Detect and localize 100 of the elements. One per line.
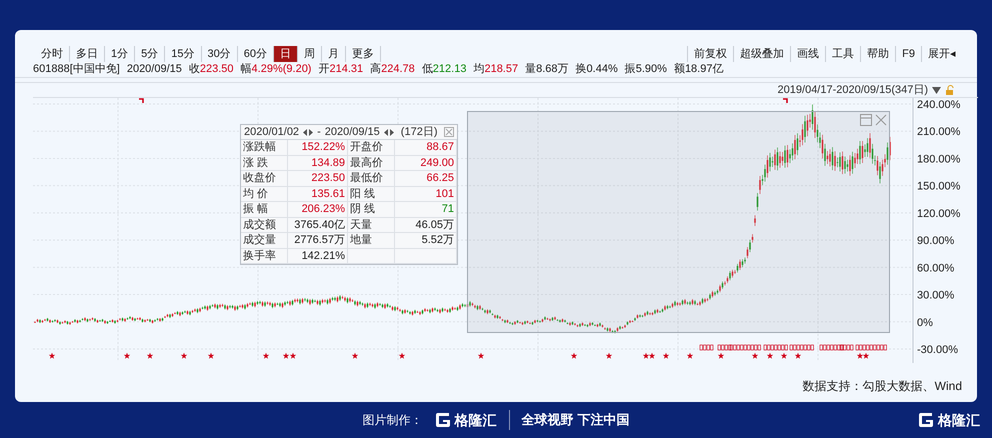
quote-label: 额 — [674, 62, 685, 78]
stat-label: 成交额 — [241, 218, 288, 233]
period-tab[interactable]: 日 — [274, 46, 298, 62]
brand-logo-text: 格隆汇 — [938, 410, 980, 430]
start-date: 2020/01/02 — [244, 124, 300, 140]
toolbar-button[interactable]: F9 — [895, 46, 921, 62]
stat-label: 阴 线 — [348, 202, 395, 218]
quote-value: 18.97亿 — [684, 62, 724, 78]
restore-icon[interactable] — [860, 114, 872, 126]
quote-value: 214.31 — [329, 62, 364, 78]
period-tab[interactable]: 1分 — [105, 46, 136, 62]
slogan: 全球视野 下注中国 — [522, 411, 630, 430]
axis-label: 60.00% — [917, 262, 954, 274]
stat-label: 开盘价 — [348, 140, 395, 156]
quote-value: 0.44% — [586, 62, 618, 78]
stat-label: 涨跌幅 — [241, 140, 288, 156]
stat-value: 66.25 — [395, 171, 457, 186]
stat-value: 206.23% — [288, 202, 348, 218]
period-tab[interactable]: 周 — [298, 46, 322, 62]
stat-label: 地量 — [348, 233, 395, 248]
selection-box[interactable] — [467, 111, 890, 333]
quote-value: 223.50 — [200, 62, 234, 78]
stat-value: 46.05万 — [395, 218, 457, 233]
stat-label: 换手率 — [241, 248, 288, 264]
quote-label: 开 — [318, 62, 330, 78]
period-tab[interactable]: 分时 — [35, 46, 70, 62]
axis-label: 30.00% — [917, 290, 954, 302]
axis-label: 120.00% — [917, 208, 960, 220]
stat-value: 249.00 — [395, 156, 457, 171]
axis-label: 150.00% — [917, 180, 960, 193]
close-icon[interactable] — [444, 127, 454, 137]
quote-value: 4.29%(9.20) — [252, 62, 312, 78]
toolbar-button[interactable]: 帮助 — [860, 46, 896, 62]
stat-label: 成交量 — [241, 233, 288, 248]
dropdown-icon[interactable] — [932, 86, 941, 94]
stat-value: 5.52万 — [395, 233, 457, 248]
empty-cell — [348, 248, 395, 264]
period-tab[interactable]: 月 — [322, 46, 346, 62]
day-count: (172日) — [400, 124, 438, 140]
arrows-icon[interactable] — [303, 128, 314, 136]
stat-value: 101 — [395, 186, 457, 202]
quote-label: 均 — [473, 62, 484, 78]
quote-label: 低 — [422, 62, 433, 78]
quote-value: 212.13 — [432, 62, 466, 78]
stat-value: 152.22% — [288, 140, 348, 156]
date-range: 2019/04/17-2020/09/15(347日) — [778, 82, 928, 98]
stat-value: 71 — [395, 202, 457, 218]
stat-value: 2776.57万 — [288, 233, 348, 248]
empty-cell — [395, 248, 457, 264]
stat-label: 最高价 — [348, 156, 395, 171]
period-tab[interactable]: 30分 — [202, 46, 238, 62]
period-tab[interactable]: 15分 — [165, 46, 202, 62]
toolbar-button[interactable]: 画线 — [790, 46, 826, 62]
axis-label: 0% — [917, 316, 933, 329]
axis-label: 180.00% — [917, 153, 960, 166]
close-icon[interactable] — [875, 114, 887, 126]
axis-label: 210.00% — [917, 126, 960, 138]
stat-value: 88.67 — [395, 140, 457, 156]
flag-icon — [139, 98, 144, 103]
period-tab[interactable]: 5分 — [135, 46, 166, 62]
brand-logo-text: 格隆汇 — [454, 410, 497, 430]
end-date: 2020/09/15 — [324, 124, 380, 140]
separator-text: - — [317, 124, 321, 140]
stat-value: 134.89 — [288, 156, 348, 171]
quote-label: 幅 — [240, 62, 252, 78]
stat-label: 收盘价 — [241, 171, 288, 186]
stat-label: 振 幅 — [241, 202, 288, 218]
toolbar-button[interactable]: 展开◂ — [921, 46, 962, 62]
quote-text: 2020/09/15 — [126, 62, 182, 78]
stat-label: 阳 线 — [348, 186, 395, 202]
toolbar-button[interactable]: 工具 — [825, 46, 860, 62]
stat-value: 135.61 — [288, 186, 348, 202]
quote-value: 5.90% — [636, 62, 667, 78]
stat-value: 142.21% — [288, 248, 348, 264]
quote-text: 601888[中国中免] — [33, 62, 120, 78]
quote-label: 量 — [525, 62, 536, 78]
arrows-icon[interactable] — [384, 128, 394, 136]
flag-icon — [783, 98, 788, 103]
logo-icon — [434, 412, 451, 428]
toolbar-button[interactable]: 超级叠加 — [733, 46, 790, 62]
credit-label: 图片制作： — [362, 412, 423, 429]
quote-value: 8.68万 — [536, 62, 569, 78]
stat-value: 3765.40亿 — [288, 218, 348, 233]
quote-label: 高 — [370, 62, 382, 78]
quote-label: 振 — [624, 62, 636, 78]
quote-value: 224.78 — [381, 62, 415, 78]
period-tab[interactable]: 更多 — [346, 46, 381, 62]
stat-label: 最低价 — [348, 171, 395, 186]
period-tab[interactable]: 多日 — [70, 46, 105, 62]
lock-icon[interactable] — [945, 85, 955, 95]
quote-value: 218.57 — [484, 62, 518, 78]
axis-label: 90.00% — [917, 235, 954, 248]
data-source: 数据支持：勾股大数据、Wind — [802, 378, 962, 395]
logo-icon — [918, 412, 934, 428]
stat-label: 均 价 — [241, 186, 288, 202]
axis-label: 240.00% — [917, 99, 960, 111]
quote-label: 换 — [576, 62, 587, 78]
stat-label: 天量 — [348, 218, 395, 233]
toolbar-button[interactable]: 前复权 — [687, 46, 734, 62]
stat-value: 223.50 — [288, 171, 348, 186]
